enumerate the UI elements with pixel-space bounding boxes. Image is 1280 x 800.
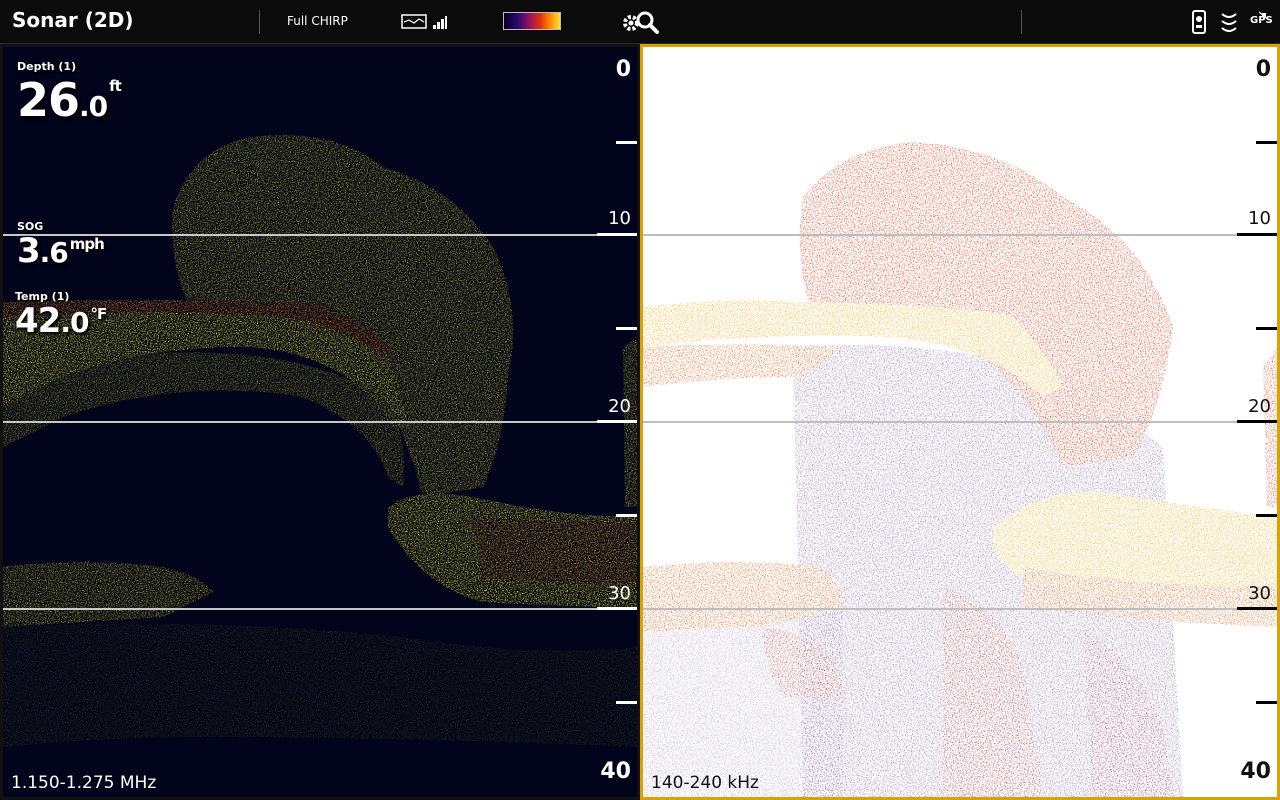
- depth-tick: [1237, 607, 1277, 610]
- sog-readout[interactable]: 3.6 mph: [17, 231, 105, 271]
- temp-readout[interactable]: 42.0 °F: [15, 301, 107, 341]
- temp-value-dec: .0: [60, 306, 89, 339]
- top-bar: Sonar (2D) Full CHIRP GPS: [0, 0, 1280, 44]
- sonar-mode-label[interactable]: Full CHIRP: [287, 14, 348, 28]
- depth-gridline-30: [643, 608, 1277, 610]
- depth-scale-10: 10: [1248, 208, 1271, 229]
- depth-gridline-10: [643, 234, 1277, 236]
- depth-tick: [1237, 233, 1277, 236]
- depth-tick: [616, 327, 637, 330]
- depth-readout[interactable]: 26.0ft: [17, 73, 122, 127]
- settings-search-icon[interactable]: [620, 9, 662, 39]
- sog-unit: mph: [69, 235, 105, 253]
- frequency-label-left: 1.150-1.275 MHz: [11, 773, 157, 793]
- sonar-view-icon[interactable]: [401, 13, 429, 33]
- depth-tick: [1256, 141, 1277, 144]
- depth-scale-10: 10: [608, 208, 631, 229]
- depth-scale-20: 20: [608, 396, 631, 417]
- temp-unit: °F: [90, 305, 107, 323]
- color-palette-swatch[interactable]: [503, 12, 561, 30]
- depth-tick: [597, 233, 637, 236]
- depth-readout-label: Depth (1): [17, 60, 77, 73]
- depth-tick: [616, 514, 637, 517]
- depth-scale-top: 0: [1255, 57, 1271, 82]
- divider: [259, 10, 260, 34]
- signal-strength-icon: [432, 14, 448, 34]
- depth-tick: [1256, 327, 1277, 330]
- depth-value-dec: .0: [79, 90, 108, 123]
- sog-value-int: 3: [17, 231, 41, 271]
- network-icon[interactable]: [1190, 10, 1208, 38]
- depth-tick: [597, 607, 637, 610]
- depth-gridline-20: [3, 421, 637, 423]
- page-title[interactable]: Sonar (2D): [12, 8, 134, 32]
- depth-scale-20: 20: [1248, 396, 1271, 417]
- gps-status-label[interactable]: GPS: [1250, 15, 1273, 26]
- depth-scale-30: 30: [1248, 583, 1271, 604]
- depth-tick: [616, 141, 637, 144]
- temp-value-int: 42: [15, 301, 61, 341]
- depth-scale-bottom: 40: [1240, 759, 1271, 784]
- divider: [1021, 10, 1022, 34]
- sog-value-dec: .6: [39, 236, 69, 269]
- depth-tick: [597, 420, 637, 423]
- sonar-status-icon[interactable]: [1219, 10, 1239, 38]
- depth-gridline-30: [3, 608, 637, 610]
- sonar-pane-left[interactable]: 0 10 20 30 40 Depth (1) 26.0ft SOG 3.6 mp…: [0, 44, 640, 800]
- sonar-pane-right[interactable]: 0 10 20 30 40 140-240 kHz: [640, 44, 1280, 800]
- depth-scale-30: 30: [608, 583, 631, 604]
- depth-tick: [616, 701, 637, 704]
- depth-tick: [1256, 701, 1277, 704]
- frequency-label-right: 140-240 kHz: [651, 773, 759, 793]
- depth-tick: [1256, 514, 1277, 517]
- depth-unit: ft: [109, 77, 122, 95]
- depth-tick: [1237, 420, 1277, 423]
- depth-gridline-20: [643, 421, 1277, 423]
- depth-value-int: 26: [17, 73, 80, 127]
- depth-scale-bottom: 40: [600, 759, 631, 784]
- depth-scale-top: 0: [615, 57, 631, 82]
